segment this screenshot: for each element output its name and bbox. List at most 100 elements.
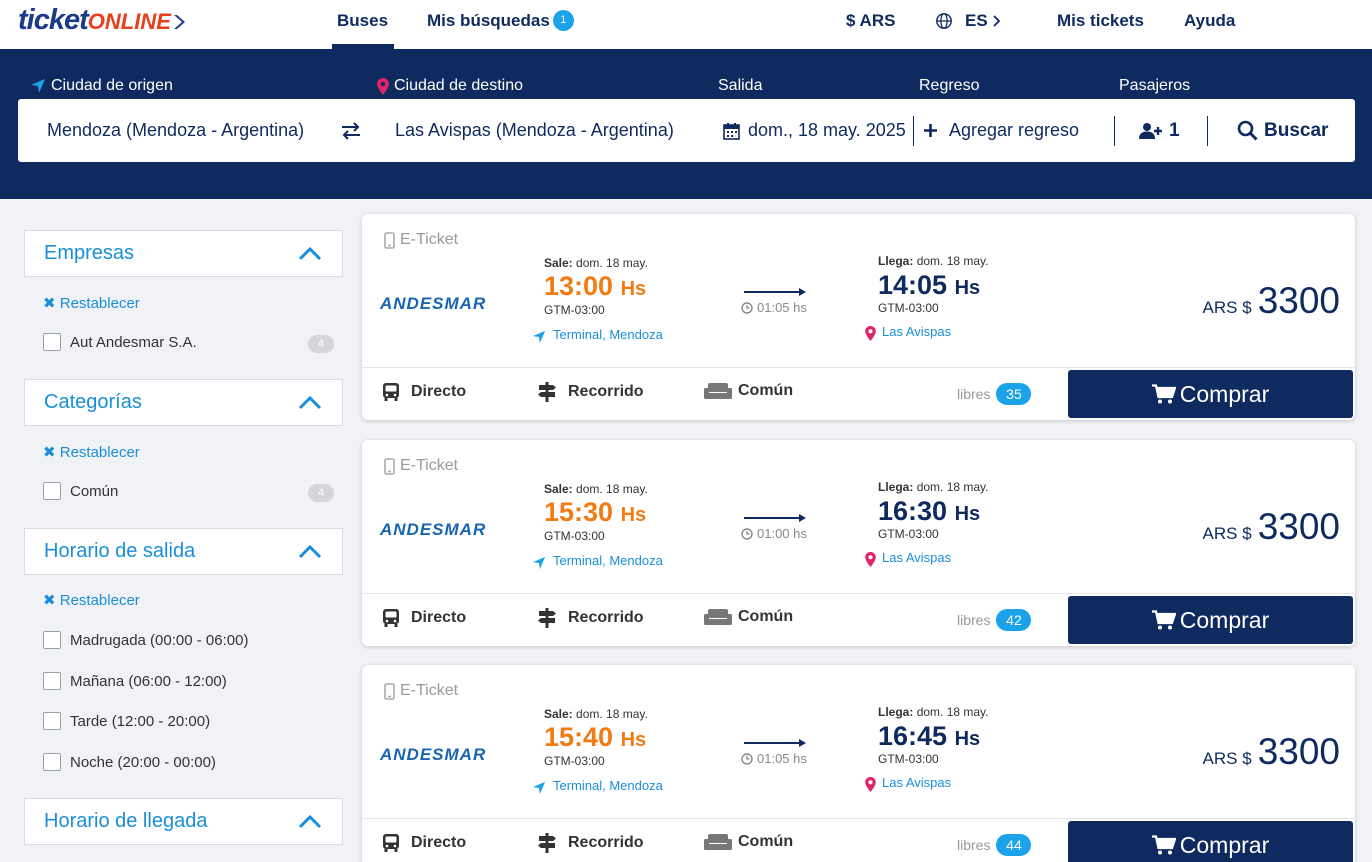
feature-route[interactable]: Recorrido [537, 833, 644, 853]
feature-class-label: Común [738, 833, 794, 850]
eticket-label: E-Ticket [384, 231, 458, 249]
filter-option-noche[interactable]: Noche (20:00 - 00:00) [43, 753, 216, 771]
arrival-hs: Hs [954, 277, 981, 299]
filter-count-badge: 4 [308, 484, 334, 502]
ticketonline-logo[interactable]: ticket ONLINE [18, 4, 185, 40]
filter-option-andesmar[interactable]: Aut Andesmar S.A. [43, 333, 197, 351]
passengers-selector[interactable]: 1 [1139, 99, 1180, 162]
departure-terminal-link[interactable]: Terminal, Mendoza [532, 776, 663, 795]
buy-button[interactable]: Comprar [1068, 596, 1353, 644]
calendar-icon [723, 122, 740, 140]
search-button[interactable]: Buscar [1237, 99, 1328, 162]
seats-count-badge: 35 [996, 383, 1032, 405]
checkbox[interactable] [43, 753, 61, 771]
passenger-count-text: 1 [1169, 120, 1180, 141]
ticket-type-text: E-Ticket [400, 231, 459, 248]
departure-terminal-link[interactable]: Terminal, Mendoza [532, 551, 663, 570]
filter-option-tarde[interactable]: Tarde (12:00 - 20:00) [43, 712, 210, 730]
filter-option-label: Madrugada (00:00 - 06:00) [70, 631, 249, 649]
map-pin-icon [865, 552, 876, 567]
trip-card: E-Ticket ANDESMAR Sale: dom. 18 may. 13:… [362, 214, 1355, 420]
departure-date: Sale: dom. 18 may. [544, 707, 648, 721]
feature-route[interactable]: Recorrido [537, 608, 644, 628]
checkbox[interactable] [43, 482, 61, 500]
arrival-place-link[interactable]: Las Avispas [865, 548, 951, 567]
add-return-button[interactable]: Agregar regreso [923, 99, 1079, 162]
seats-count-badge: 42 [996, 609, 1032, 631]
filter-title-horario-llegada: Horario de llegada [44, 810, 208, 832]
seat-icon [704, 383, 732, 399]
ticket-type-text: E-Ticket [400, 457, 459, 474]
duration-text: 01:00 hs [757, 526, 807, 541]
destination-input[interactable]: Las Avispas (Mendoza - Argentina) [395, 99, 674, 162]
trip-duration: 01:05 hs [741, 300, 807, 315]
departure-terminal-link[interactable]: Terminal, Mendoza [532, 325, 663, 344]
arrival-date-text: dom. 18 may. [916, 705, 989, 719]
card-divider [362, 593, 1355, 594]
price-currency: ARS $ [1202, 298, 1252, 317]
departure-date-input[interactable]: dom., 18 may. 2025 [723, 99, 906, 162]
departure-place-text: Terminal, Mendoza [553, 553, 663, 568]
arrival-time: 16:45 Hs [878, 721, 980, 752]
filter-option-manana[interactable]: Mañana (06:00 - 12:00) [43, 672, 227, 690]
arrival-place-link[interactable]: Las Avispas [865, 322, 951, 341]
trip-card: E-Ticket ANDESMAR Sale: dom. 18 may. 15:… [362, 665, 1355, 862]
origin-input[interactable]: Mendoza (Mendoza - Argentina) [47, 99, 304, 162]
filter-option-label: Tarde (12:00 - 20:00) [70, 712, 211, 730]
available-seats: libres 42 [957, 609, 1032, 631]
nav-mis-busquedas-link[interactable]: Mis búsquedas 1 [427, 10, 574, 32]
checkbox[interactable] [43, 333, 61, 351]
departure-hs: Hs [620, 504, 647, 526]
arrival-time-value: 16:45 [878, 721, 948, 751]
departure-place-text: Terminal, Mendoza [553, 778, 663, 793]
passengers-label: Pasajeros [1119, 77, 1191, 94]
arrival-place-link[interactable]: Las Avispas [865, 773, 951, 792]
shopping-cart-icon [1151, 835, 1176, 855]
departure-hs: Hs [620, 729, 647, 751]
chevron-up-icon [298, 246, 322, 261]
filter-header-horario-llegada[interactable]: Horario de llegada [24, 798, 343, 845]
plus-icon [924, 124, 937, 137]
checkbox[interactable] [43, 712, 61, 730]
reset-categorias-link[interactable]: ✖ Restablecer [43, 443, 140, 461]
filter-option-madrugada[interactable]: Madrugada (00:00 - 06:00) [43, 631, 248, 649]
buy-button[interactable]: Comprar [1068, 821, 1353, 862]
nav-mis-tickets-link[interactable]: Mis tickets [1057, 11, 1144, 31]
chevron-up-icon [298, 814, 322, 829]
checkbox[interactable] [43, 631, 61, 649]
filter-count-badge: 4 [308, 335, 334, 353]
arrival-label: Llega: [878, 480, 914, 494]
bus-icon [383, 834, 399, 852]
location-arrow-icon [31, 79, 45, 93]
trip-duration: 01:00 hs [741, 526, 807, 541]
nav-buses-link[interactable]: Buses [337, 11, 388, 31]
add-return-text: Agregar regreso [949, 120, 1080, 140]
nav-ayuda-link[interactable]: Ayuda [1184, 11, 1235, 31]
filter-header-empresas[interactable]: Empresas [24, 230, 343, 277]
clock-icon [741, 301, 753, 314]
feature-route-label: Recorrido [568, 383, 644, 400]
language-selector[interactable]: ES [935, 11, 1002, 31]
reset-horario-salida-link[interactable]: ✖ Restablecer [43, 591, 140, 609]
buy-button[interactable]: Comprar [1068, 370, 1353, 418]
departure-date: Sale: dom. 18 may. [544, 482, 648, 496]
feature-class: Común [704, 833, 793, 851]
seats-count-badge: 44 [996, 834, 1032, 856]
logo-chevron-icon [173, 15, 185, 29]
feature-direct-label: Directo [411, 383, 467, 400]
arrival-hs: Hs [954, 503, 981, 525]
departure-timezone: GTM-03:00 [544, 303, 605, 317]
arrival-hs: Hs [954, 728, 981, 750]
return-label: Regreso [919, 77, 980, 94]
reset-empresas-link[interactable]: ✖ Restablecer [43, 294, 140, 312]
swap-cities-button[interactable] [340, 99, 362, 162]
filter-header-categorias[interactable]: Categorías [24, 379, 343, 426]
filter-header-horario-salida[interactable]: Horario de salida [24, 528, 343, 575]
currency-selector[interactable]: $ ARS [846, 11, 895, 31]
arrival-timezone: GTM-03:00 [878, 301, 939, 315]
feature-route[interactable]: Recorrido [537, 382, 644, 402]
filter-option-comun[interactable]: Común [43, 482, 118, 500]
card-divider [362, 818, 1355, 819]
checkbox[interactable] [43, 672, 61, 690]
arrival-date: Llega: dom. 18 may. [878, 705, 989, 719]
